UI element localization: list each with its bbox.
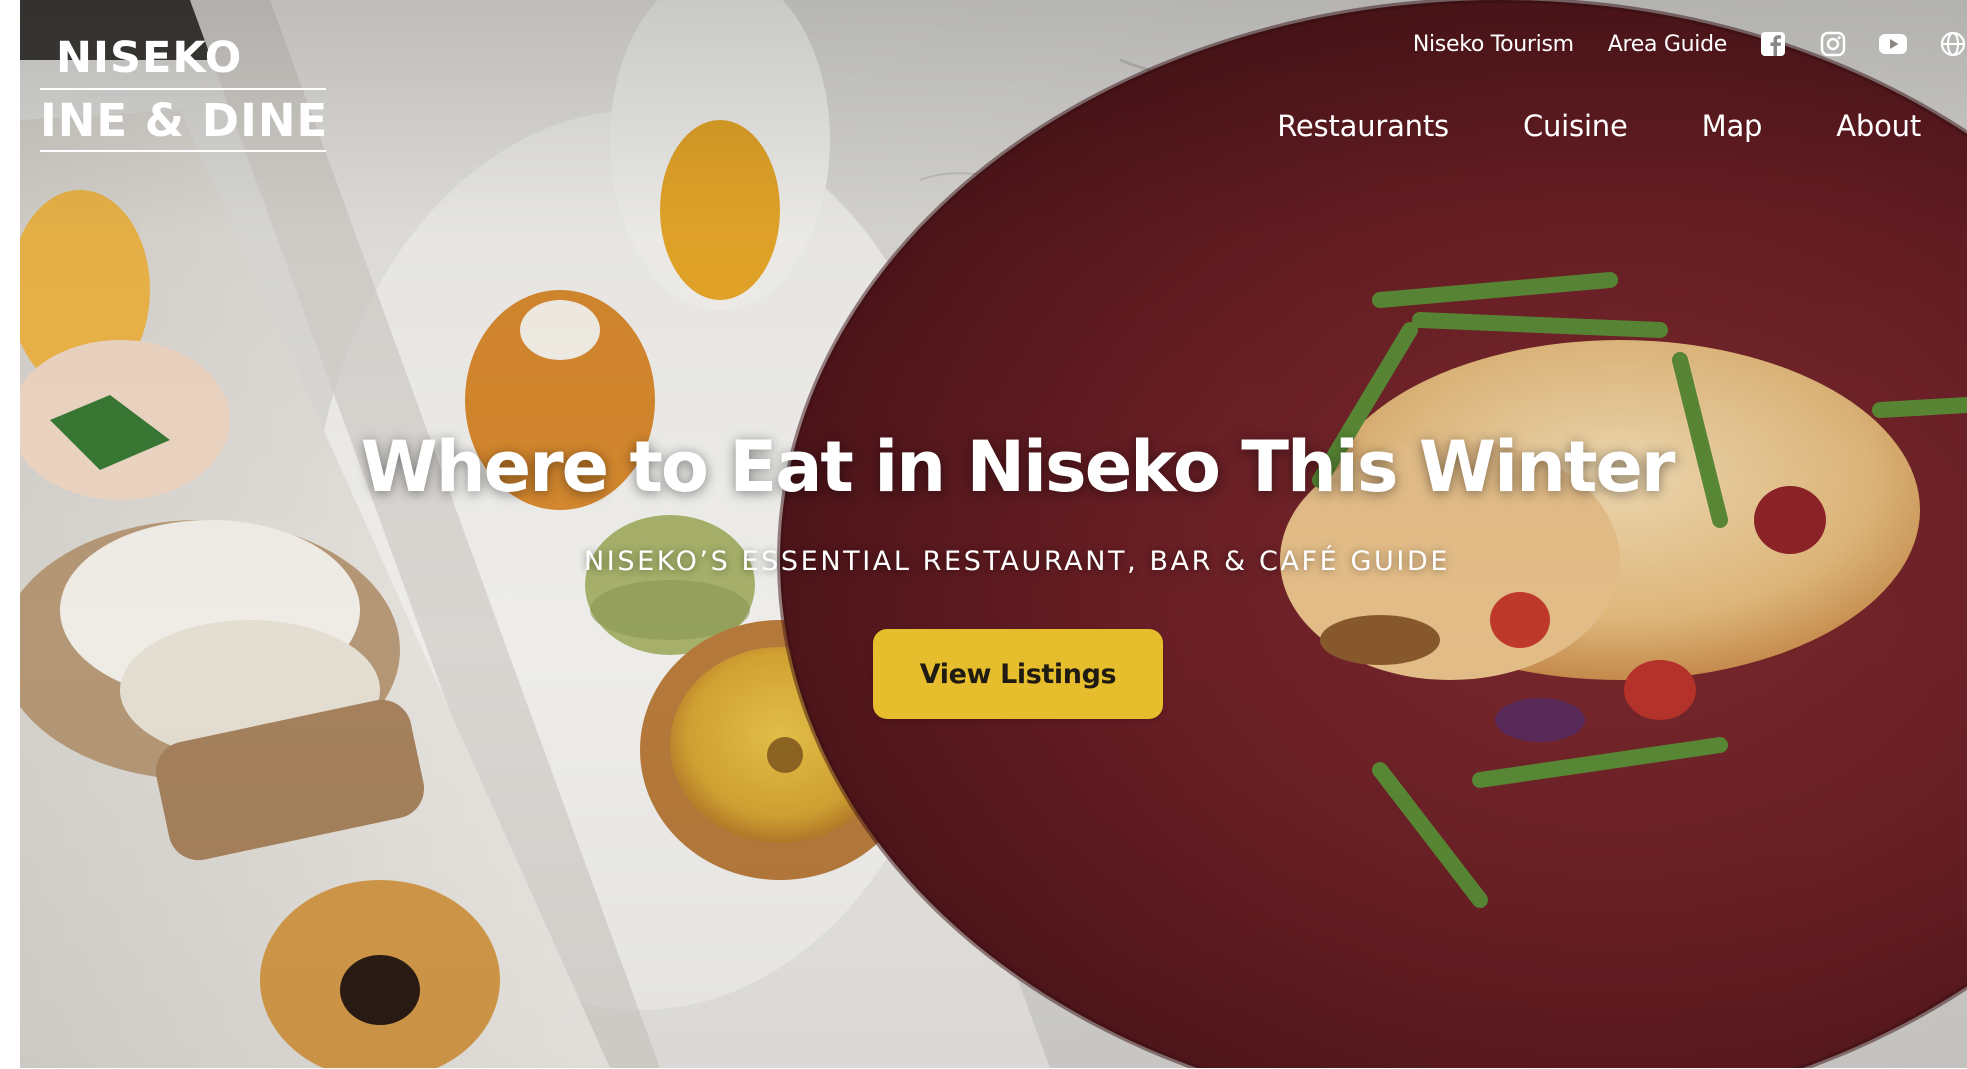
hero-title: Where to Eat in Niseko This Winter bbox=[360, 426, 1676, 508]
main-nav: Restaurants Cuisine Map About bbox=[1277, 102, 1921, 150]
utility-nav: Niseko Tourism Area Guide bbox=[1413, 24, 1967, 64]
youtube-icon[interactable] bbox=[1879, 30, 1907, 58]
view-listings-button[interactable]: View Listings bbox=[873, 629, 1163, 719]
logo-divider-bottom bbox=[40, 150, 326, 152]
logo-line-1: NISEKO bbox=[56, 33, 243, 83]
nav-item-map[interactable]: Map bbox=[1702, 109, 1763, 143]
logo-line-2: INE & DINE bbox=[40, 94, 329, 147]
hero-image-overlay bbox=[20, 0, 1967, 1068]
nav-item-cuisine[interactable]: Cuisine bbox=[1523, 109, 1628, 143]
nav-item-restaurants[interactable]: Restaurants bbox=[1277, 109, 1449, 143]
hero-section: NISEKO INE & DINE Niseko Tourism Area Gu… bbox=[20, 0, 1967, 1068]
globe-icon[interactable] bbox=[1939, 30, 1967, 58]
nav-item-about[interactable]: About bbox=[1836, 109, 1921, 143]
util-link-area-guide[interactable]: Area Guide bbox=[1608, 32, 1728, 57]
instagram-icon[interactable] bbox=[1819, 30, 1847, 58]
page: NISEKO INE & DINE Niseko Tourism Area Gu… bbox=[0, 0, 1967, 1069]
hero-subtitle: NISEKO’S ESSENTIAL RESTAURANT, BAR & CAF… bbox=[583, 546, 1451, 577]
util-link-niseko-tourism[interactable]: Niseko Tourism bbox=[1413, 32, 1574, 57]
facebook-icon[interactable] bbox=[1759, 30, 1787, 58]
logo-divider-top bbox=[40, 88, 326, 90]
